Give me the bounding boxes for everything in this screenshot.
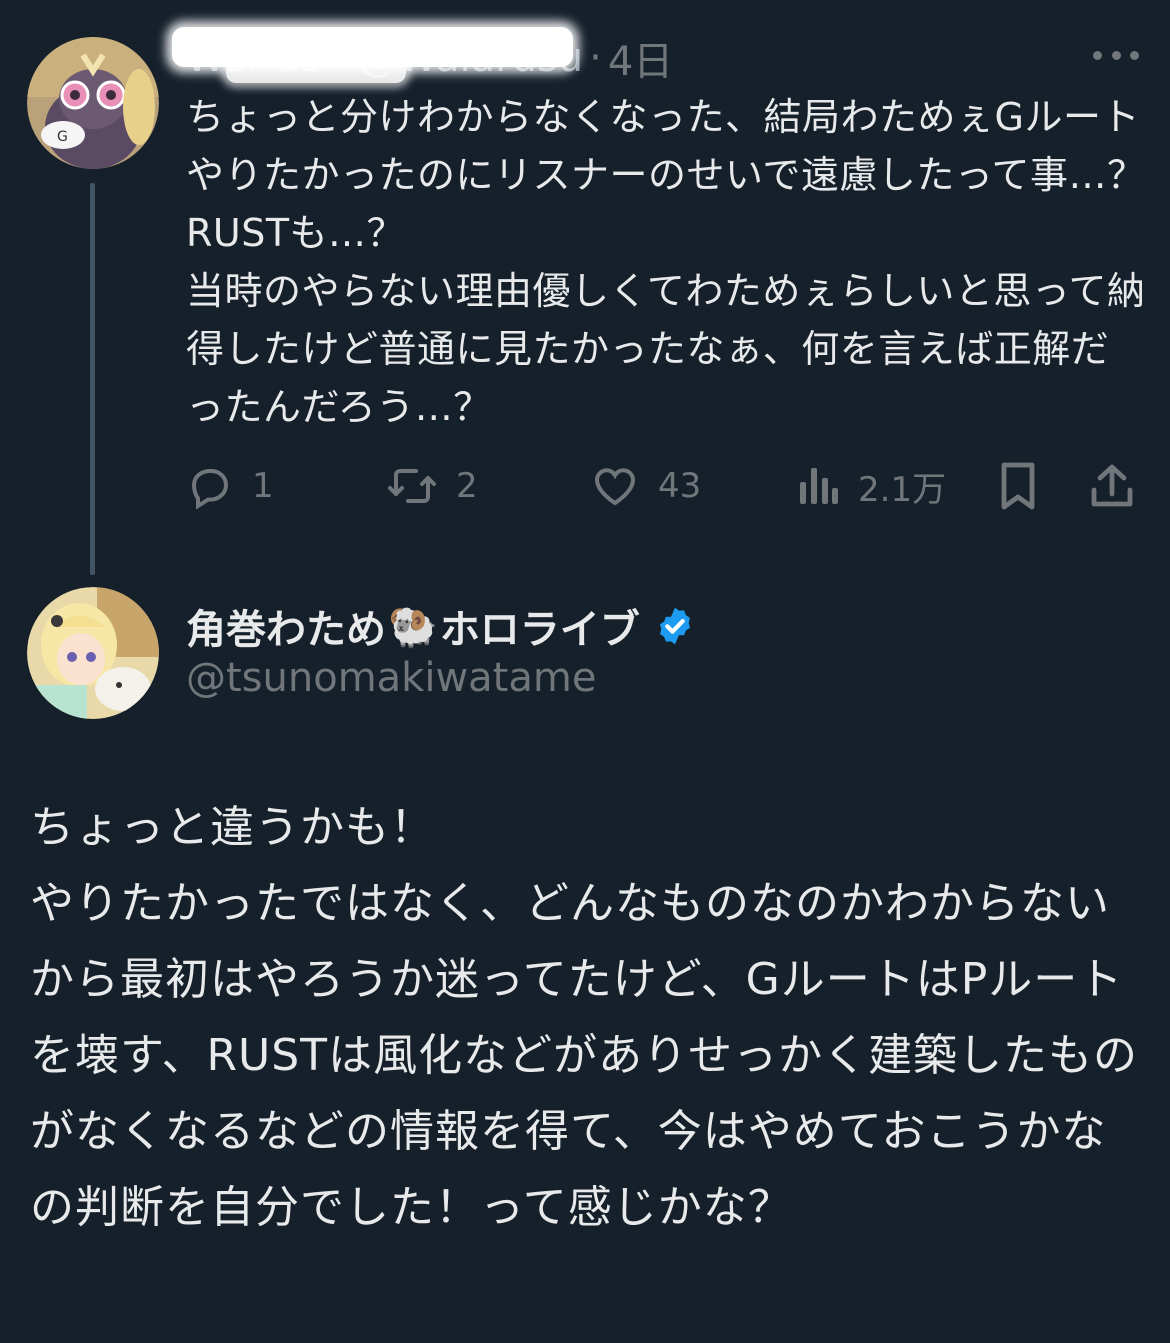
reply-header: Walrus @Walarusu · 4日 — [172, 27, 673, 87]
share-icon — [1091, 464, 1133, 507]
reply-timestamp[interactable]: 4日 — [608, 29, 673, 87]
more-icon — [1093, 50, 1102, 60]
like-icon — [594, 468, 636, 506]
header-separator: · — [589, 35, 602, 81]
views-button[interactable]: 2.1万 — [796, 456, 946, 516]
more-options-button[interactable] — [1093, 40, 1139, 70]
main-tweet-body: ちょっと違うかも！ やりたかったではなく、どんなものなのかわからないから最初はや… — [30, 802, 1139, 1233]
tweet-detail: G Walrus @Walarusu · 4日 ちょっと分けわからなくなった、結… — [0, 0, 1170, 1343]
reply-icon — [191, 469, 229, 510]
like-button[interactable]: 43 — [590, 456, 701, 516]
views-count: 2.1万 — [858, 469, 947, 510]
main-author-affiliation[interactable]: ホロライブ — [440, 597, 640, 655]
share-button[interactable] — [1090, 456, 1134, 516]
main-author-handle[interactable]: @tsunomakiwatame — [186, 655, 596, 701]
repost-icon — [388, 469, 436, 503]
svg-text:G: G — [57, 129, 68, 145]
thread-connector — [90, 183, 95, 575]
reply-count: 1 — [252, 466, 274, 506]
bookmark-button[interactable] — [998, 456, 1038, 516]
sheep-emoji: 🐏 — [388, 603, 438, 650]
views-icon — [800, 468, 838, 504]
reply-author-redacted[interactable]: Walrus @Walarusu — [172, 27, 583, 83]
reply-button[interactable]: 1 — [186, 456, 274, 516]
verified-icon[interactable] — [654, 605, 696, 647]
main-author-header: 角巻わため 🐏 ホロライブ — [186, 598, 696, 654]
reply-action-bar: 1 2 43 2.1万 — [186, 456, 1146, 516]
reply-author-avatar[interactable]: G — [27, 37, 159, 169]
like-count: 43 — [658, 466, 702, 506]
repost-button[interactable]: 2 — [386, 456, 478, 516]
main-author-name[interactable]: 角巻わため — [186, 597, 386, 655]
repost-count: 2 — [456, 466, 478, 506]
reply-body: ちょっと分けわからなくなった、結局わためぇGルートやりたかったのにリスナーのせい… — [186, 95, 1146, 429]
main-author-avatar[interactable] — [27, 587, 159, 719]
bookmark-icon — [1001, 462, 1035, 510]
